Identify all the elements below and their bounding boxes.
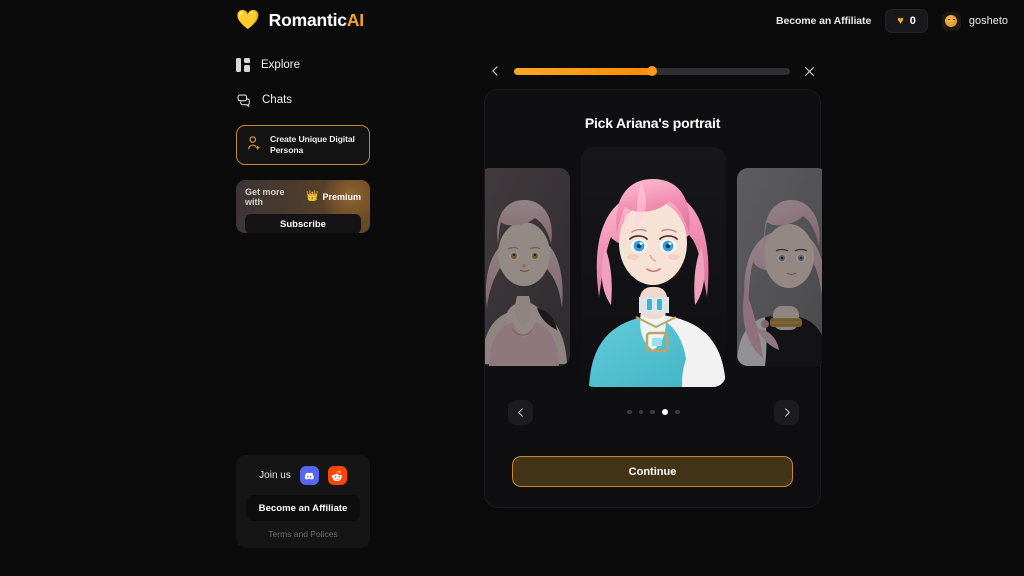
carousel-dot[interactable]: [650, 409, 655, 415]
carousel-dot-active[interactable]: [661, 408, 669, 416]
premium-upsell-card: Get more with 👑 Premium Subscribe: [236, 180, 370, 233]
social-card: Join us Become an Affiliate Terms and Po…: [236, 455, 370, 548]
premium-headline: Get more with 👑 Premium: [245, 187, 361, 207]
grid-icon: [236, 57, 250, 72]
progress-knob[interactable]: [647, 66, 657, 76]
carousel-next-button[interactable]: [774, 399, 799, 425]
reddit-icon[interactable]: [327, 466, 347, 485]
carousel-dot[interactable]: [627, 409, 632, 415]
user-name: gosheto: [968, 15, 1008, 27]
token-count: 0: [909, 15, 916, 27]
token-balance-pill[interactable]: ♥ 0: [885, 9, 928, 33]
top-right-actions: Become an Affiliate ♥ 0 gosheto: [776, 9, 1008, 33]
portrait-option-right[interactable]: [737, 168, 822, 366]
close-button[interactable]: [802, 63, 816, 79]
heart-icon: ♥: [897, 14, 904, 27]
carousel-controls: [485, 395, 822, 429]
portrait-option-center-selected[interactable]: [581, 147, 726, 387]
become-affiliate-button[interactable]: Become an Affiliate: [246, 495, 360, 521]
carousel-dots: [627, 408, 680, 416]
chat-bubble-icon: [236, 93, 251, 108]
brand-name: Romantic: [268, 10, 347, 30]
sidebar-item-chats[interactable]: Chats: [236, 85, 370, 114]
terms-link[interactable]: Terms and Polices: [246, 529, 360, 539]
carousel-dot[interactable]: [638, 409, 644, 415]
discord-icon[interactable]: [299, 466, 319, 485]
create-persona-button[interactable]: Create Unique Digital Persona: [236, 125, 370, 165]
sidebar-item-label: Chats: [262, 93, 293, 106]
portrait-dim-overlay: [737, 168, 822, 366]
join-us-label: Join us: [259, 470, 291, 481]
add-user-icon: [247, 135, 261, 156]
top-bar: 💛 RomanticAI Become an Affiliate ♥ 0 gos…: [0, 0, 1024, 46]
premium-word: Premium: [322, 192, 361, 202]
user-menu[interactable]: gosheto: [941, 11, 1008, 31]
wizard-progress-row: [488, 62, 816, 80]
portrait-dim-overlay: [485, 168, 570, 366]
continue-button[interactable]: Continue: [512, 456, 793, 487]
app-root: 💛 RomanticAI Become an Affiliate ♥ 0 gos…: [0, 0, 1024, 576]
crown-icon: 👑: [306, 191, 319, 202]
join-us-row: Join us: [246, 466, 360, 485]
header-affiliate-link[interactable]: Become an Affiliate: [776, 15, 871, 27]
premium-prefix: Get more with: [245, 187, 285, 207]
portrait-option-left[interactable]: [485, 168, 570, 366]
progress-slider[interactable]: [514, 66, 790, 76]
brand-text: RomanticAI: [269, 10, 364, 31]
portrait-picker-modal: Pick Ariana's portrait Continue: [484, 89, 822, 508]
heart-icon: 💛: [236, 10, 260, 31]
brand-logo[interactable]: 💛 RomanticAI: [236, 10, 364, 31]
carousel-dot[interactable]: [675, 409, 680, 415]
subscribe-button[interactable]: Subscribe: [245, 214, 361, 233]
sidebar-item-label: Explore: [261, 58, 300, 71]
page-title: Pick Ariana's portrait: [584, 115, 721, 131]
progress-fill: [514, 67, 652, 75]
brand-suffix: AI: [346, 10, 364, 30]
back-button[interactable]: [488, 63, 502, 79]
sidebar-item-explore[interactable]: Explore: [236, 50, 370, 79]
create-persona-label: Create Unique Digital Persona: [270, 134, 355, 155]
sidebar: Explore Chats Create Unique Digital Pers…: [236, 50, 370, 233]
carousel-prev-button[interactable]: [508, 399, 533, 425]
avatar: [941, 11, 961, 31]
portrait-carousel: [485, 147, 822, 392]
